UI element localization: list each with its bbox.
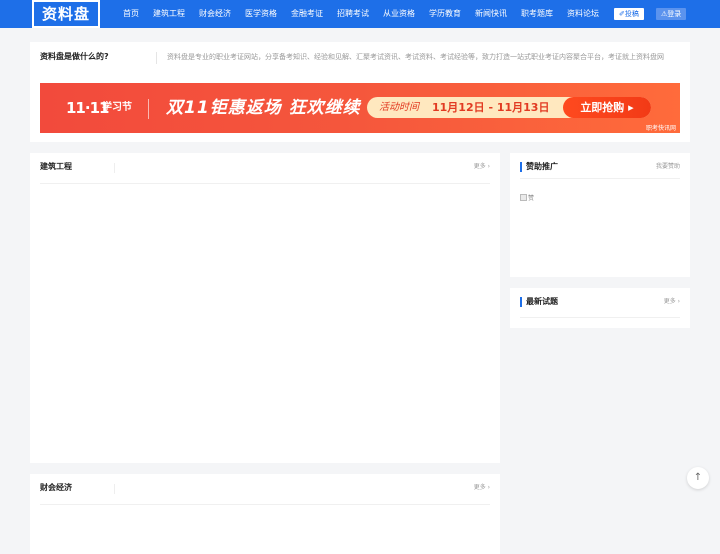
main-nav: 首页 建筑工程 财会经济 医学资格 金融考证 招聘考试 从业资格 学历教育 新闻…	[116, 0, 606, 28]
banner-source: 职考快讯网	[645, 125, 676, 132]
logo-text: 资料盘	[34, 2, 98, 26]
section-divider	[40, 183, 490, 184]
sponsor-image-alt: 赞	[528, 195, 535, 202]
section-title: 赞助推广	[520, 162, 558, 172]
nav-item-medical[interactable]: 医学资格	[238, 0, 284, 28]
title-divider	[114, 163, 115, 173]
section-title: 建筑工程	[40, 162, 72, 171]
banner-container: 11·11 学习节 双11钜惠返场 狂欢继续 活动时间 11月12日 - 11月…	[30, 76, 690, 142]
title-divider	[114, 484, 115, 494]
about-description: 资料盘是专业的职业考证网站，分享备考知识、经验和见解、汇聚考试资讯、考试资料、考…	[167, 53, 664, 61]
banner-time-pill: 活动时间 11月12日 - 11月13日 立即抢购 ▸	[367, 97, 651, 118]
more-link[interactable]: 更多 ›	[474, 474, 490, 502]
section-divider	[520, 317, 680, 318]
login-button[interactable]: ⚠登录	[656, 8, 687, 20]
banner-time-range: 11月12日 - 11月13日	[432, 101, 550, 114]
section-latest-questions: 最新试题 更多 ›	[510, 288, 690, 328]
section-divider	[520, 178, 680, 179]
about-title: 资料盘是做什么的?	[40, 52, 109, 61]
nav-item-forum[interactable]: 资料论坛	[560, 0, 606, 28]
section-title: 财会经济	[40, 483, 72, 492]
more-link[interactable]: 更多 ›	[474, 153, 490, 181]
nav-item-question-bank[interactable]: 职考题库	[514, 0, 560, 28]
arrow-up-icon: ↑	[693, 472, 703, 483]
top-navbar: 资料盘 首页 建筑工程 财会经济 医学资格 金融考证 招聘考试 从业资格 学历教…	[0, 0, 720, 28]
section-divider	[40, 504, 490, 505]
banner-event-name: 学习节	[102, 102, 132, 113]
nav-item-finance[interactable]: 财会经济	[192, 0, 238, 28]
nav-item-qualification[interactable]: 从业资格	[376, 0, 422, 28]
banner-time-label: 活动时间	[379, 102, 419, 113]
section-construction: 建筑工程 更多 ›	[30, 153, 500, 463]
back-to-top-button[interactable]: ↑	[687, 467, 709, 489]
submit-button[interactable]: ✐投稿	[614, 8, 644, 20]
nav-item-recruitment[interactable]: 招聘考试	[330, 0, 376, 28]
buy-now-button[interactable]: 立即抢购 ▸	[563, 97, 651, 118]
section-sponsor: 赞助推广 我要赞助 赞	[510, 153, 690, 277]
nav-item-home[interactable]: 首页	[116, 0, 146, 28]
banner-divider	[148, 99, 149, 119]
banner-headline: 双11钜惠返场 狂欢继续	[166, 98, 361, 118]
more-link[interactable]: 更多 ›	[664, 288, 680, 316]
sponsor-image[interactable]: 赞	[520, 193, 534, 202]
about-bar: 资料盘是做什么的? 资料盘是专业的职业考证网站，分享备考知识、经验和见解、汇聚考…	[30, 42, 690, 76]
section-finance: 财会经济 更多 ›	[30, 474, 500, 554]
section-title: 最新试题	[520, 297, 558, 307]
broken-image-icon	[520, 194, 527, 201]
nav-item-construction[interactable]: 建筑工程	[146, 0, 192, 28]
nav-item-education[interactable]: 学历教育	[422, 0, 468, 28]
promo-banner[interactable]: 11·11 学习节 双11钜惠返场 狂欢继续 活动时间 11月12日 - 11月…	[40, 83, 680, 133]
sponsor-link[interactable]: 我要赞助	[656, 153, 680, 181]
about-divider	[156, 52, 157, 64]
site-logo[interactable]: 资料盘	[32, 0, 100, 28]
nav-item-banking[interactable]: 金融考证	[284, 0, 330, 28]
nav-item-news[interactable]: 新闻快讯	[468, 0, 514, 28]
